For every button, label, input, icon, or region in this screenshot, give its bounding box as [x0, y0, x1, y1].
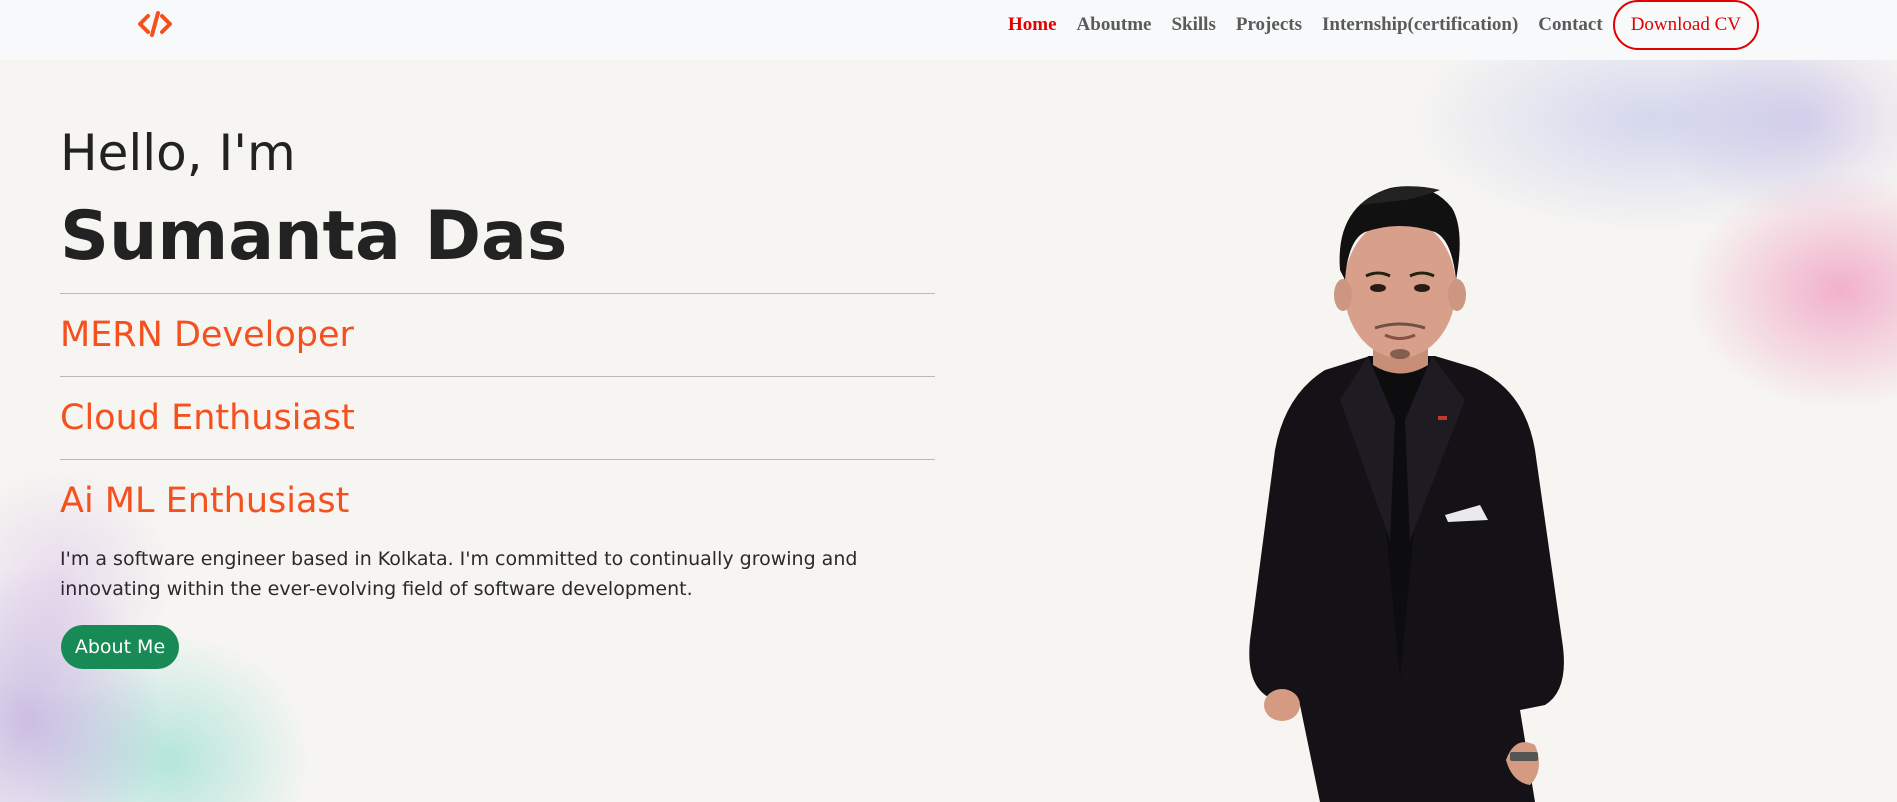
about-me-button[interactable]: About Me: [61, 625, 179, 669]
hero-section: Hello, I'm Sumanta Das MERN Developer Cl…: [0, 60, 1897, 802]
divider: [60, 293, 935, 294]
nav-link-aboutme[interactable]: Aboutme: [1067, 14, 1162, 36]
nav-links: Home Aboutme Skills Projects Internship(…: [998, 0, 1759, 50]
nav-link-skills[interactable]: Skills: [1161, 14, 1225, 36]
profile-portrait: [1190, 120, 1600, 802]
nav-link-projects[interactable]: Projects: [1226, 14, 1312, 36]
intro-text: I'm a software engineer based in Kolkata…: [60, 548, 858, 600]
nav-link-contact[interactable]: Contact: [1528, 14, 1612, 36]
download-cv-button[interactable]: Download CV: [1612, 0, 1759, 50]
role-mern: MERN Developer: [60, 315, 354, 355]
hero-name: Sumanta Das: [60, 197, 568, 276]
navbar: Home Aboutme Skills Projects Internship(…: [0, 0, 1897, 60]
role-cloud: Cloud Enthusiast: [60, 398, 355, 438]
role-aiml: Ai ML Enthusiast: [60, 481, 350, 521]
nav-link-internship[interactable]: Internship(certification): [1312, 14, 1528, 36]
divider: [60, 376, 935, 377]
divider: [60, 459, 935, 460]
code-brackets-icon[interactable]: [138, 10, 172, 38]
nav-link-home[interactable]: Home: [998, 14, 1067, 36]
greeting: Hello, I'm: [60, 124, 296, 182]
